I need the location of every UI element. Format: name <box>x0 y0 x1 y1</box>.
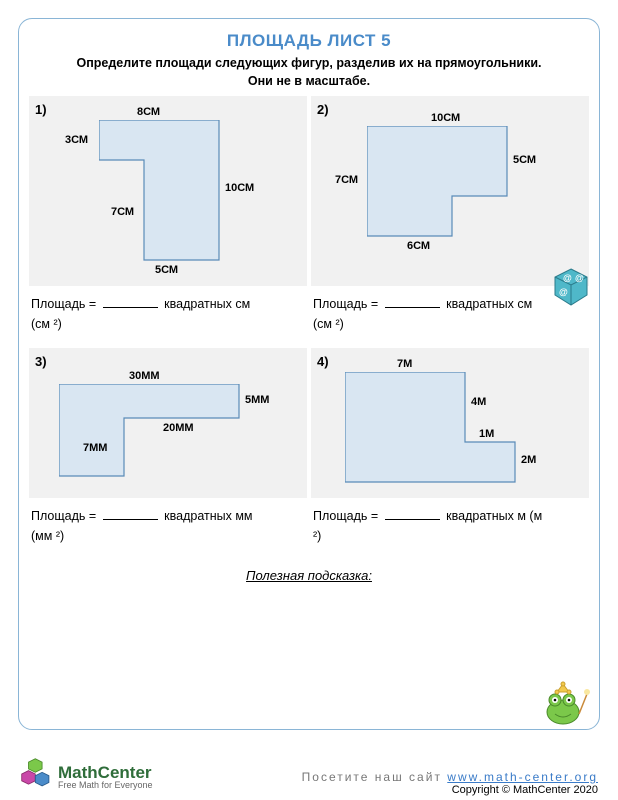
diagram-4: 4) 7М 4М 1М 2М <box>311 348 589 498</box>
answer-4-unit: ²) <box>313 529 321 543</box>
dice-icon: @ @ @ <box>549 265 593 314</box>
dim-1-inner-left: 7СМ <box>111 206 134 218</box>
copyright-text: Copyright © MathCenter 2020 <box>302 784 598 796</box>
answer-1-suffix: квадратных см <box>164 297 250 311</box>
svg-text:@: @ <box>575 273 584 283</box>
footer: MathCenter Free Math for Everyone Посети… <box>0 757 618 796</box>
problem-4: 4) 7М 4М 1М 2М Площадь = квадратных м (м… <box>311 348 589 560</box>
dim-1-right: 10СМ <box>225 182 254 194</box>
answer-2-suffix: квадратных см <box>446 297 532 311</box>
page-title: ПЛОЩАДЬ ЛИСТ 5 <box>29 31 589 51</box>
problems-grid: 1) 8СМ 3СМ 10СМ 7СМ 5СМ Площадь = квадра… <box>29 96 589 560</box>
visit-text: Посетите наш сайт <box>302 770 442 784</box>
problem-number-3: 3) <box>35 354 47 369</box>
answer-4-prefix: Площадь = <box>313 509 378 523</box>
content-frame: ПЛОЩАДЬ ЛИСТ 5 Определите площади следую… <box>18 18 600 730</box>
answer-4-suffix: квадратных м (м <box>446 509 542 523</box>
answer-2-prefix: Площадь = <box>313 297 378 311</box>
diagram-3: 3) 30ММ 5ММ 20ММ 7ММ <box>29 348 307 498</box>
problem-number-1: 1) <box>35 102 47 117</box>
dim-2-bottom: 6СМ <box>407 240 430 252</box>
dim-3-inner-left: 7ММ <box>83 442 107 454</box>
dim-3-top: 30ММ <box>129 370 160 382</box>
logo-text: MathCenter Free Math for Everyone <box>58 764 153 790</box>
problem-3: 3) 30ММ 5ММ 20ММ 7ММ Площадь = квадратны… <box>29 348 307 560</box>
answer-2-unit: (см ²) <box>313 317 344 331</box>
brand-name: MathCenter <box>58 764 153 781</box>
answer-1-prefix: Площадь = <box>31 297 96 311</box>
dim-2-top: 10СМ <box>431 112 460 124</box>
logo-cubes-icon <box>20 757 54 796</box>
logo-block: MathCenter Free Math for Everyone <box>20 757 153 796</box>
instructions: Определите площади следующих фигур, разд… <box>29 55 589 90</box>
shape-2 <box>367 126 527 256</box>
problem-number-2: 2) <box>317 102 329 117</box>
dim-3-right: 5ММ <box>245 394 269 406</box>
worksheet-page: ПЛОЩАДЬ ЛИСТ 5 Определите площади следую… <box>0 0 618 800</box>
frog-icon <box>539 678 593 733</box>
answer-1-blank[interactable] <box>103 295 158 309</box>
answer-3-suffix: квадратных мм <box>164 509 252 523</box>
problem-2: 2) 10СМ 7СМ 5СМ 6СМ @ <box>311 96 589 348</box>
answer-2: Площадь = квадратных см (см ²) <box>313 294 587 334</box>
dim-4-right-upper: 4М <box>471 396 486 408</box>
answer-3: Площадь = квадратных мм (мм ²) <box>31 506 305 546</box>
brand-tagline: Free Math for Everyone <box>58 781 153 790</box>
shape-1 <box>99 120 239 280</box>
answer-3-prefix: Площадь = <box>31 509 96 523</box>
answer-4: Площадь = квадратных м (м ²) <box>313 506 587 546</box>
dim-1-top: 8СМ <box>137 106 160 118</box>
svg-text:@: @ <box>563 273 572 283</box>
diagram-1: 1) 8СМ 3СМ 10СМ 7СМ 5СМ <box>29 96 307 286</box>
answer-2-blank[interactable] <box>385 295 440 309</box>
answer-1: Площадь = квадратных см (см ²) <box>31 294 305 334</box>
shape-4 <box>345 372 545 492</box>
shape-3 <box>59 384 259 494</box>
hint-heading: Полезная подсказка: <box>29 568 589 583</box>
instructions-line-2: Они не в масштабе. <box>248 74 370 88</box>
problem-number-4: 4) <box>317 354 329 369</box>
answer-1-unit: (см ²) <box>31 317 62 331</box>
dim-1-bottom: 5СМ <box>155 264 178 276</box>
answer-3-unit: (мм ²) <box>31 529 64 543</box>
svg-text:@: @ <box>559 287 568 297</box>
footer-right: Посетите наш сайт www.math-center.org Co… <box>302 770 598 796</box>
dim-3-inner-right: 20ММ <box>163 422 194 434</box>
site-link[interactable]: www.math-center.org <box>447 770 598 784</box>
dim-4-right-lower: 2М <box>521 454 536 466</box>
dim-4-step: 1М <box>479 428 494 440</box>
instructions-line-1: Определите площади следующих фигур, разд… <box>76 56 541 70</box>
dim-2-left: 7СМ <box>335 174 358 186</box>
dim-4-top: 7М <box>397 358 412 370</box>
answer-4-blank[interactable] <box>385 507 440 521</box>
diagram-2: 2) 10СМ 7СМ 5СМ 6СМ @ <box>311 96 589 286</box>
problem-1: 1) 8СМ 3СМ 10СМ 7СМ 5СМ Площадь = квадра… <box>29 96 307 348</box>
dim-1-left: 3СМ <box>65 134 88 146</box>
dim-2-right: 5СМ <box>513 154 536 166</box>
answer-3-blank[interactable] <box>103 507 158 521</box>
